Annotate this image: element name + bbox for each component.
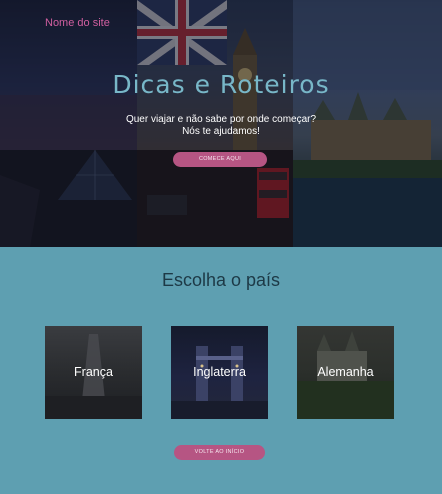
site-name-logo[interactable]: Nome do site xyxy=(45,17,110,29)
hero-subtitle-line-2: Nós te ajudamos! xyxy=(182,126,260,137)
hero-subtitle: Quer viajar e não sabe por onde começar?… xyxy=(0,114,442,138)
country-card-england[interactable]: Inglaterra xyxy=(171,326,268,419)
country-label-england: Inglaterra xyxy=(193,365,246,379)
hero-title: Dicas e Roteiros xyxy=(112,70,330,99)
choose-country-heading: Escolha o país xyxy=(161,270,281,290)
start-here-button[interactable]: Comece aqui xyxy=(173,152,267,167)
country-card-germany[interactable]: Alemanha xyxy=(297,326,394,419)
country-card-france[interactable]: França xyxy=(45,326,142,419)
back-to-top-button[interactable]: Volte ao início xyxy=(174,445,265,460)
country-label-france: França xyxy=(74,365,113,379)
hero-subtitle-line-1: Quer viajar e não sabe por onde começar? xyxy=(125,114,317,125)
hero-banner: Nome do site Dicas e Roteiros Quer viaja… xyxy=(0,0,442,247)
country-label-germany: Alemanha xyxy=(317,365,374,379)
